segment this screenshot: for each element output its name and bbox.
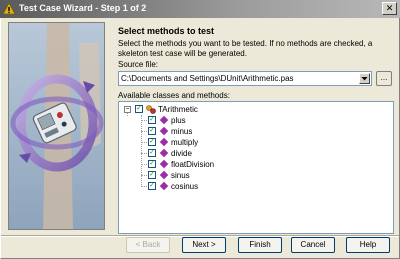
wizard-window: Select methods to test Select the method… [0, 18, 400, 259]
tree-row-method[interactable]: ✓ sinus [119, 170, 389, 181]
method-checkbox[interactable]: ✓ [148, 182, 156, 190]
method-name: multiply [171, 138, 199, 147]
tree-row-method[interactable]: ✓ multiply [119, 137, 389, 148]
tree-line [141, 131, 147, 132]
tree-line [141, 186, 147, 187]
wizard-artwork [9, 23, 104, 229]
method-name: minus [171, 127, 193, 136]
source-file-combo[interactable]: C:\Documents and Settings\DUnit\Arithmet… [118, 71, 372, 86]
wizard-icon [3, 3, 15, 15]
tree-line [141, 120, 147, 121]
method-icon [159, 126, 169, 136]
method-icon [159, 148, 169, 158]
tree-row-method[interactable]: ✓ cosinus [119, 181, 389, 192]
method-icon [159, 159, 169, 169]
method-icon [159, 137, 169, 147]
dropdown-arrow-button[interactable] [359, 73, 370, 84]
tree-row-method[interactable]: ✓ plus [119, 115, 389, 126]
help-button[interactable]: Help [346, 237, 390, 253]
method-name: floatDivision [171, 160, 215, 169]
title-bar[interactable]: Test Case Wizard - Step 1 of 2 ✕ [0, 0, 400, 18]
tree-row-method[interactable]: ✓ divide [119, 148, 389, 159]
back-button[interactable]: < Back [126, 237, 170, 253]
tree-line [141, 153, 147, 154]
chevron-down-icon [361, 77, 368, 81]
tree-line [141, 175, 147, 176]
tree-row-method[interactable]: ✓ floatDivision [119, 159, 389, 170]
source-file-row: C:\Documents and Settings\DUnit\Arithmet… [118, 71, 394, 87]
finish-button[interactable]: Finish [238, 237, 282, 253]
close-button[interactable]: ✕ [382, 2, 397, 15]
method-checkbox[interactable]: ✓ [148, 171, 156, 179]
cancel-button[interactable]: Cancel [291, 237, 335, 253]
next-button[interactable]: Next > [182, 237, 226, 253]
method-name: sinus [171, 171, 190, 180]
window-title: Test Case Wizard - Step 1 of 2 [19, 3, 147, 13]
method-name: divide [171, 149, 192, 158]
method-name: plus [171, 116, 186, 125]
page-heading: Select methods to test [118, 26, 215, 36]
method-checkbox[interactable]: ✓ [148, 149, 156, 157]
class-checkbox[interactable]: ✓ [135, 105, 143, 113]
collapse-toggle[interactable]: − [124, 106, 131, 113]
classes-methods-label: Available classes and methods: [118, 91, 230, 100]
close-icon: ✕ [385, 3, 394, 13]
source-file-value: C:\Documents and Settings\DUnit\Arithmet… [121, 74, 294, 83]
page-description: Select the methods you want to be tested… [118, 39, 373, 58]
method-icon [159, 170, 169, 180]
class-icon [146, 105, 156, 114]
tree-row-method[interactable]: ✓ minus [119, 126, 389, 137]
method-checkbox[interactable]: ✓ [148, 116, 156, 124]
source-file-label: Source file: [118, 60, 159, 69]
wizard-illustration [8, 22, 105, 230]
method-checkbox[interactable]: ✓ [148, 127, 156, 135]
tree-line [141, 164, 147, 165]
tree-row-class[interactable]: − ✓ TArithmetic [119, 104, 389, 115]
method-name: cosinus [171, 182, 199, 191]
class-name: TArithmetic [158, 105, 198, 114]
method-checkbox[interactable]: ✓ [148, 138, 156, 146]
method-icon [159, 115, 169, 125]
tree-line [141, 142, 147, 143]
method-icon [159, 181, 169, 191]
browse-button[interactable]: ... [376, 71, 392, 86]
method-checkbox[interactable]: ✓ [148, 160, 156, 168]
methods-tree[interactable]: − ✓ TArithmetic ✓ plus ✓ minus ✓ multipl… [118, 101, 394, 234]
